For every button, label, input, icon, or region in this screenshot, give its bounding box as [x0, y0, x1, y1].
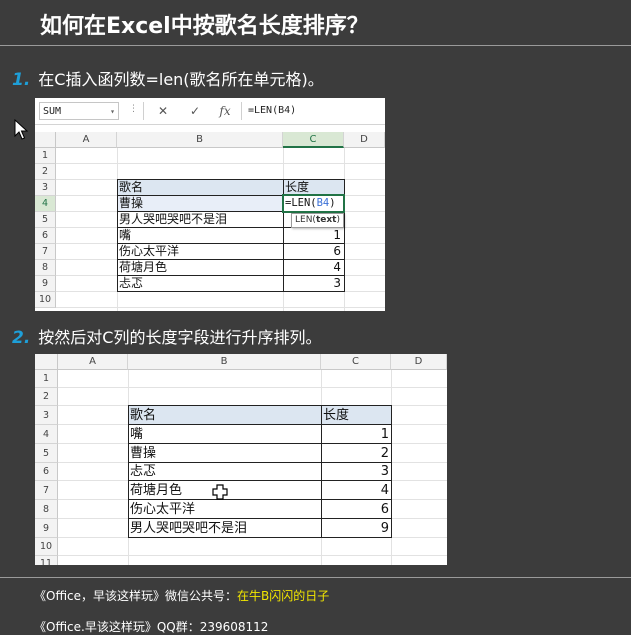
- active-cell-formula[interactable]: =LEN(B4): [285, 196, 336, 211]
- row-header-5[interactable]: 5: [35, 212, 56, 228]
- length-cell[interactable]: 4: [322, 483, 392, 498]
- step-1: 1. 在C插入函列数=len(歌名所在单元格)。: [12, 66, 324, 90]
- song-cell[interactable]: 男人哭吧哭吧不是泪: [130, 521, 247, 536]
- row-header-7[interactable]: 7: [35, 481, 58, 500]
- row-header-8[interactable]: 8: [35, 500, 58, 519]
- table-border: [128, 480, 392, 481]
- row-header-9[interactable]: 9: [35, 519, 58, 538]
- row-header-3[interactable]: 3: [35, 180, 56, 196]
- title-bar: 如何在Excel中按歌名长度排序？: [0, 0, 631, 46]
- formula-bar: SUM ▾ ⋮ ✕ ✓ fx =LEN(B4): [35, 98, 385, 125]
- header-cell-song[interactable]: 歌名: [119, 180, 279, 195]
- song-cell[interactable]: 曹操: [130, 446, 156, 461]
- header-cell-song[interactable]: 歌名: [130, 408, 156, 423]
- length-cell[interactable]: 2: [322, 446, 392, 461]
- row-header-8[interactable]: 8: [35, 260, 56, 276]
- song-cell[interactable]: 嘴: [130, 427, 143, 442]
- mouse-pointer-icon: [14, 119, 28, 140]
- gridline: [58, 555, 447, 556]
- length-cell[interactable]: 6: [322, 502, 392, 517]
- page-title: 如何在Excel中按歌名长度排序？: [40, 14, 369, 39]
- row-header-4[interactable]: 4: [35, 196, 56, 212]
- gridline: [56, 307, 385, 308]
- table-border: [128, 499, 392, 500]
- step-1-number: 1.: [12, 70, 31, 90]
- footer-divider: [0, 577, 631, 578]
- row-header-6[interactable]: 6: [35, 463, 58, 481]
- length-cell[interactable]: 3: [322, 464, 392, 479]
- column-header-c[interactable]: C: [283, 132, 344, 148]
- cancel-icon[interactable]: ✕: [153, 102, 173, 120]
- gridline: [56, 163, 385, 164]
- footer-qq: 《Office.早该这样玩》QQ群：239608112: [34, 620, 269, 634]
- step-2-text: 按然后对C列的长度字段进行升序排列。: [38, 328, 322, 347]
- song-cell[interactable]: 伤心太平洋: [130, 502, 195, 517]
- length-cell[interactable]: 1: [322, 427, 392, 442]
- table-border: [128, 424, 392, 425]
- column-header-d[interactable]: D: [391, 354, 447, 370]
- formula-input[interactable]: =LEN(B4): [241, 102, 385, 120]
- row-header-2[interactable]: 2: [35, 388, 58, 406]
- step-1-text: 在C插入函列数=len(歌名所在单元格)。: [38, 70, 324, 89]
- row-header-1[interactable]: 1: [35, 148, 56, 164]
- cell-select-cursor-icon: [212, 484, 228, 500]
- song-cell[interactable]: 忐忑: [119, 276, 143, 291]
- length-cell[interactable]: 4: [284, 260, 344, 275]
- column-header-c[interactable]: C: [321, 354, 391, 370]
- header-cell-length[interactable]: 长度: [323, 408, 349, 423]
- excel-screenshot-sorted: A B C D 1 2 3 4 5 6 7 8 9 10 11 歌名 长度 嘴 …: [35, 354, 447, 565]
- length-cell[interactable]: 3: [284, 276, 344, 291]
- length-cell[interactable]: 6: [284, 244, 344, 259]
- table-border: [128, 462, 392, 463]
- step-2-number: 2.: [12, 328, 31, 348]
- column-header-b[interactable]: B: [128, 354, 321, 370]
- song-cell[interactable]: 伤心太平洋: [119, 244, 179, 259]
- row-header-2[interactable]: 2: [35, 164, 56, 180]
- header-cell-length[interactable]: 长度: [285, 180, 343, 195]
- row-header-11[interactable]: 11: [35, 556, 58, 565]
- row-header-6[interactable]: 6: [35, 228, 56, 244]
- row-header-3[interactable]: 3: [35, 406, 58, 425]
- footer-wechat: 《Office，早该这样玩》微信公共号：在牛B闪闪的日子: [34, 589, 330, 603]
- column-header-a[interactable]: A: [58, 354, 128, 370]
- gridline: [58, 387, 447, 388]
- song-cell[interactable]: 男人哭吧哭吧不是泪: [119, 212, 227, 227]
- column-header-a[interactable]: A: [56, 132, 117, 148]
- table-border: [128, 518, 392, 519]
- table-border: [128, 443, 392, 444]
- song-cell[interactable]: 忐忑: [130, 464, 156, 479]
- formula-separator: [143, 102, 144, 120]
- step-2: 2. 按然后对C列的长度字段进行升序排列。: [12, 324, 321, 348]
- row-header-7[interactable]: 7: [35, 244, 56, 260]
- excel-screenshot-formula: SUM ▾ ⋮ ✕ ✓ fx =LEN(B4) A B C D 1 2 3 4 5…: [35, 98, 385, 311]
- insert-function-icon[interactable]: fx: [215, 102, 235, 120]
- row-header-5[interactable]: 5: [35, 444, 58, 463]
- song-cell[interactable]: 曹操: [119, 196, 143, 211]
- column-header-b[interactable]: B: [117, 132, 283, 148]
- row-header-4[interactable]: 4: [35, 425, 58, 444]
- select-all-corner[interactable]: [35, 354, 58, 370]
- wechat-account-name: 在牛B闪闪的日子: [237, 589, 330, 603]
- chevron-down-icon[interactable]: ▾: [110, 103, 115, 121]
- row-header-1[interactable]: 1: [35, 370, 58, 388]
- function-tooltip: LEN(text): [291, 213, 344, 228]
- column-header-d[interactable]: D: [344, 132, 385, 148]
- row-header-9[interactable]: 9: [35, 276, 56, 292]
- name-box[interactable]: SUM ▾: [39, 102, 119, 120]
- select-all-corner[interactable]: [35, 132, 56, 148]
- song-cell[interactable]: 嘴: [119, 228, 131, 243]
- drag-handle-icon[interactable]: ⋮: [129, 104, 138, 114]
- song-cell[interactable]: 荷塘月色: [119, 260, 167, 275]
- enter-icon[interactable]: ✓: [185, 102, 205, 120]
- row-header-10[interactable]: 10: [35, 292, 56, 308]
- row-header-10[interactable]: 10: [35, 538, 58, 556]
- length-cell[interactable]: 9: [322, 521, 392, 536]
- song-cell[interactable]: 荷塘月色: [130, 483, 182, 498]
- length-cell[interactable]: 1: [284, 228, 344, 243]
